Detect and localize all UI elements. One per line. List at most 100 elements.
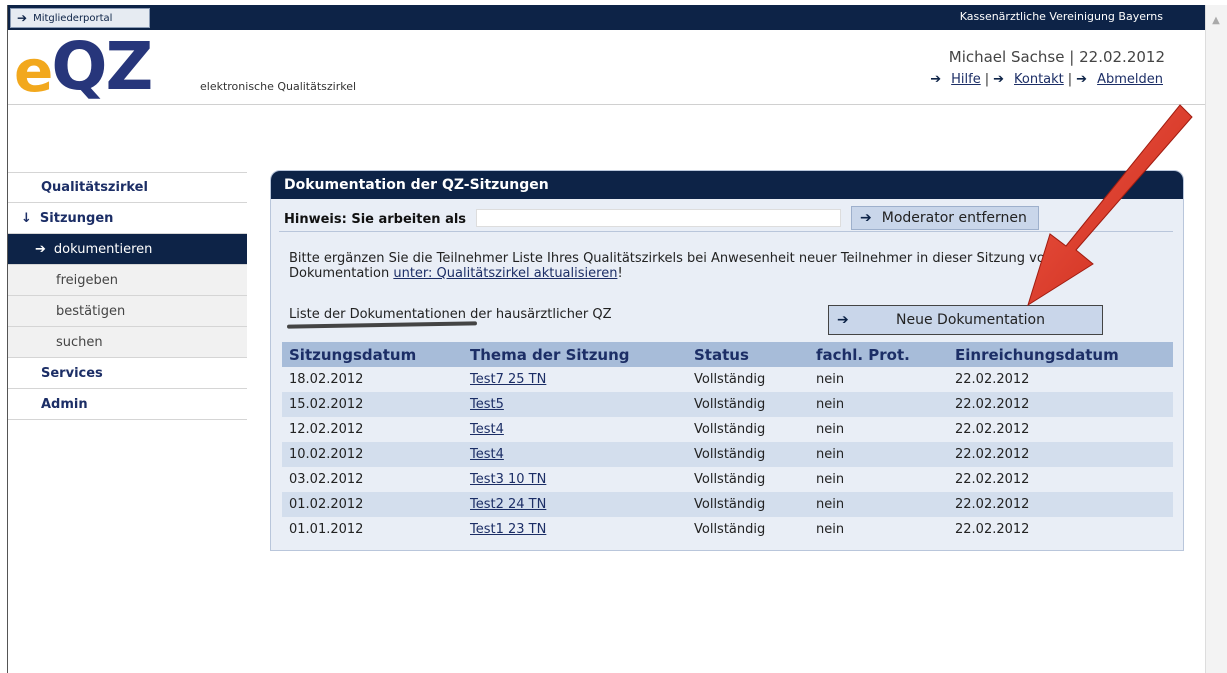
cell-submitted: 22.02.2012: [948, 417, 1173, 442]
cell-topic: Test4: [463, 417, 687, 442]
tagline: elektronische Qualitätszirkel: [200, 80, 357, 93]
logout-link[interactable]: Abmelden: [1097, 72, 1163, 87]
arrow-right-icon: ➔: [17, 11, 28, 25]
cell-date: 03.02.2012: [282, 467, 463, 492]
sidebar-item-bestaetigen[interactable]: bestätigen: [8, 296, 247, 327]
cell-status: Vollständig: [687, 392, 809, 417]
logo[interactable]: e QZ: [14, 28, 153, 105]
cell-submitted: 22.02.2012: [948, 467, 1173, 492]
sidebar-item-freigeben[interactable]: freigeben: [8, 265, 247, 296]
remove-moderator-button[interactable]: ➔ Moderator entfernen: [851, 206, 1039, 230]
header-links: ➔ Hilfe | ➔ Kontakt | ➔ Abmelden: [930, 72, 1163, 87]
cell-status: Vollständig: [687, 492, 809, 517]
sidebar-item-admin[interactable]: Admin: [8, 389, 247, 420]
sidebar-item-suchen[interactable]: suchen: [8, 327, 247, 358]
table-row: 12.02.2012 Test4 Vollständig nein 22.02.…: [282, 417, 1173, 442]
org-name: Kassenärztliche Vereinigung Bayerns: [959, 10, 1163, 23]
col-sitzungsdatum[interactable]: Sitzungsdatum: [282, 342, 463, 367]
sidebar-item-label: Sitzungen: [39, 210, 114, 226]
table-row: 15.02.2012 Test5 Vollständig nein 22.02.…: [282, 392, 1173, 417]
separator: |: [984, 72, 990, 87]
contact-link[interactable]: Kontakt: [1014, 72, 1064, 87]
cell-prot: nein: [809, 367, 948, 392]
documentation-panel: Dokumentation der QZ-Sitzungen Hinweis: …: [270, 170, 1184, 551]
sidebar-item-services[interactable]: Services: [8, 358, 247, 389]
cell-status: Vollständig: [687, 467, 809, 492]
cell-prot: nein: [809, 417, 948, 442]
topic-link[interactable]: Test4: [470, 447, 504, 462]
cell-prot: nein: [809, 467, 948, 492]
sidebar-item-label: Services: [41, 365, 103, 381]
help-link[interactable]: Hilfe: [951, 72, 981, 87]
cell-submitted: 22.02.2012: [948, 492, 1173, 517]
sidebar-item-sitzungen[interactable]: ↓ Sitzungen: [8, 203, 247, 234]
sidebar-item-dokumentieren[interactable]: ➔ dokumentieren: [8, 234, 247, 265]
redacted-name: [476, 209, 841, 227]
cell-date: 18.02.2012: [282, 367, 463, 392]
user-name: Michael Sachse: [948, 48, 1065, 66]
cell-date: 12.02.2012: [282, 417, 463, 442]
cell-submitted: 22.02.2012: [948, 392, 1173, 417]
info-text: Bitte ergänzen Sie die Teilnehmer Liste …: [289, 251, 1159, 281]
portal-tab[interactable]: ➔ Mitgliederportal: [10, 8, 150, 28]
scroll-up-icon[interactable]: ▲: [1210, 15, 1222, 27]
topic-link[interactable]: Test7 25 TN: [470, 372, 546, 387]
table-header-row: Sitzungsdatum Thema der Sitzung Status f…: [282, 342, 1173, 367]
sidebar-item-label: freigeben: [56, 272, 118, 288]
remove-moderator-label: Moderator entfernen: [881, 210, 1027, 226]
topic-link[interactable]: Test5: [470, 397, 504, 412]
sidebar-nav: Qualitätszirkel ↓ Sitzungen ➔ dokumentiere…: [8, 172, 247, 420]
sidebar-item-qualitaetszirkel[interactable]: Qualitätszirkel: [8, 172, 247, 203]
topic-link[interactable]: Test4: [470, 422, 504, 437]
portal-tab-label: Mitgliederportal: [33, 12, 113, 24]
col-einreichungsdatum[interactable]: Einreichungsdatum: [948, 342, 1173, 367]
cell-prot: nein: [809, 392, 948, 417]
cell-topic: Test7 25 TN: [463, 367, 687, 392]
arrow-right-icon: ➔: [837, 312, 849, 328]
col-fachl-prot[interactable]: fachl. Prot.: [809, 342, 948, 367]
topic-link[interactable]: Test1 23 TN: [470, 522, 546, 537]
vertical-scrollbar[interactable]: ▲: [1205, 5, 1227, 673]
cell-date: 01.01.2012: [282, 517, 463, 542]
topic-link[interactable]: Test3 10 TN: [470, 472, 546, 487]
arrow-down-icon: ↓: [21, 210, 32, 226]
cell-status: Vollständig: [687, 367, 809, 392]
header: e QZ elektronische Qualitätszirkel Micha…: [8, 30, 1205, 105]
separator: |: [1069, 48, 1075, 66]
logo-qz: QZ: [51, 28, 153, 105]
table-row: 01.02.2012 Test2 24 TN Vollständig nein …: [282, 492, 1173, 517]
arrow-right-icon: ➔: [930, 72, 942, 87]
cell-topic: Test1 23 TN: [463, 517, 687, 542]
table-row: 10.02.2012 Test4 Vollständig nein 22.02.…: [282, 442, 1173, 467]
separator: |: [1067, 72, 1073, 87]
list-label: Liste der Dokumentationen der hausärztli…: [289, 307, 612, 322]
sidebar-item-label: dokumentieren: [53, 241, 153, 257]
new-documentation-label: Neue Dokumentation: [896, 312, 1045, 328]
cell-date: 15.02.2012: [282, 392, 463, 417]
sidebar-item-label: Admin: [41, 396, 88, 412]
update-qz-link[interactable]: unter: Qualitätszirkel aktualisieren: [393, 266, 617, 281]
sidebar-item-label: suchen: [56, 334, 103, 350]
col-status[interactable]: Status: [687, 342, 809, 367]
logo-e: e: [14, 37, 53, 105]
user-info: Michael Sachse | 22.02.2012: [949, 48, 1165, 66]
cell-date: 01.02.2012: [282, 492, 463, 517]
cell-status: Vollständig: [687, 417, 809, 442]
arrow-right-icon: ➔: [993, 72, 1005, 87]
cell-submitted: 22.02.2012: [948, 517, 1173, 542]
cell-topic: Test5: [463, 392, 687, 417]
arrow-right-icon: ➔: [860, 210, 872, 226]
arrow-right-icon: ➔: [35, 241, 46, 257]
cell-prot: nein: [809, 442, 948, 467]
new-documentation-button[interactable]: ➔ Neue Dokumentation: [828, 305, 1103, 335]
sessions-table: Sitzungsdatum Thema der Sitzung Status f…: [282, 342, 1173, 542]
cell-topic: Test3 10 TN: [463, 467, 687, 492]
top-bar: ➔ Mitgliederportal Kassenärztliche Verei…: [8, 5, 1205, 30]
col-thema[interactable]: Thema der Sitzung: [463, 342, 687, 367]
cell-status: Vollständig: [687, 517, 809, 542]
topic-link[interactable]: Test2 24 TN: [470, 497, 546, 512]
current-date: 22.02.2012: [1079, 48, 1165, 66]
cell-submitted: 22.02.2012: [948, 442, 1173, 467]
hinweis-row: Hinweis: Sie arbeiten als ➔ Moderator en…: [279, 204, 1173, 232]
cell-topic: Test4: [463, 442, 687, 467]
